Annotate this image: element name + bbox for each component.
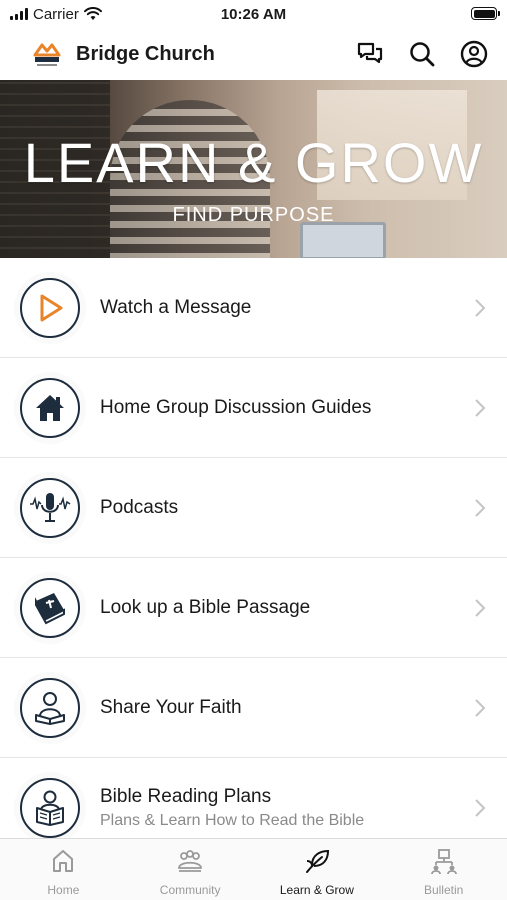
tab-learn-grow[interactable]: Learn & Grow	[254, 839, 381, 900]
menu-item-label: Home Group Discussion Guides	[100, 396, 372, 418]
menu-item-label: Share Your Faith	[100, 696, 242, 718]
hero-laptop	[300, 222, 386, 258]
menu-item-bible-passage[interactable]: Look up a Bible Passage	[0, 558, 507, 658]
reader-icon	[20, 677, 80, 738]
chevron-right-icon	[475, 598, 486, 617]
church-logo	[32, 39, 62, 69]
menu-item-label: Podcasts	[100, 496, 179, 518]
tab-label: Community	[159, 883, 221, 897]
microphone-icon	[20, 477, 80, 538]
house-icon	[20, 377, 80, 438]
chevron-right-icon	[475, 698, 486, 717]
menu-item-subtitle: Plans & Learn How to Read the Bible	[100, 811, 365, 829]
tab-home[interactable]: Home	[0, 839, 127, 900]
app-title: Bridge Church	[76, 42, 215, 65]
hero-banner: LEARN & GROW FIND PURPOSE	[0, 80, 507, 258]
hero-title: LEARN & GROW	[23, 131, 484, 194]
play-icon	[20, 277, 80, 338]
status-bar: Carrier 10:26 AM	[0, 0, 507, 28]
battery-icon	[471, 7, 500, 20]
tab-label: Home	[47, 883, 80, 897]
status-left: Carrier	[10, 6, 180, 23]
person-reading-icon	[20, 777, 80, 838]
menu-item-home-group[interactable]: Home Group Discussion Guides	[0, 358, 507, 458]
chevron-right-icon	[475, 798, 486, 817]
wifi-icon	[83, 7, 102, 20]
tab-label: Learn & Grow	[279, 883, 354, 897]
menu-item-label: Look up a Bible Passage	[100, 596, 311, 618]
menu-item-label: Bible Reading Plans	[100, 785, 272, 807]
menu-item-share-faith[interactable]: Share Your Faith	[0, 658, 507, 758]
menu-item-watch-message[interactable]: Watch a Message	[0, 258, 507, 358]
bottom-tab-bar: Home Community Learn & Grow Bulletin	[0, 838, 507, 900]
menu-item-label: Watch a Message	[100, 296, 252, 318]
profile-icon[interactable]	[459, 39, 489, 69]
tab-community[interactable]: Community	[127, 839, 254, 900]
chevron-right-icon	[475, 498, 486, 517]
hero-subtitle: FIND PURPOSE	[172, 204, 335, 226]
leaf-icon	[305, 849, 329, 873]
tab-bulletin[interactable]: Bulletin	[380, 839, 507, 900]
tab-label: Bulletin	[423, 883, 464, 897]
chevron-right-icon	[475, 298, 486, 317]
chevron-right-icon	[475, 398, 486, 417]
header-actions	[355, 39, 489, 69]
chat-icon[interactable]	[355, 39, 385, 69]
app-header: Bridge Church	[0, 28, 507, 80]
bible-icon	[20, 577, 80, 638]
menu-item-podcasts[interactable]: Podcasts	[0, 458, 507, 558]
carrier-label: Carrier	[33, 5, 79, 23]
home-tab-icon	[53, 850, 74, 872]
search-icon[interactable]	[407, 39, 437, 69]
community-icon	[178, 850, 203, 872]
bulletin-icon	[430, 849, 457, 875]
signal-icon	[10, 8, 28, 20]
learn-menu-list: Watch a Message Home Group Discussion Gu…	[0, 258, 507, 858]
